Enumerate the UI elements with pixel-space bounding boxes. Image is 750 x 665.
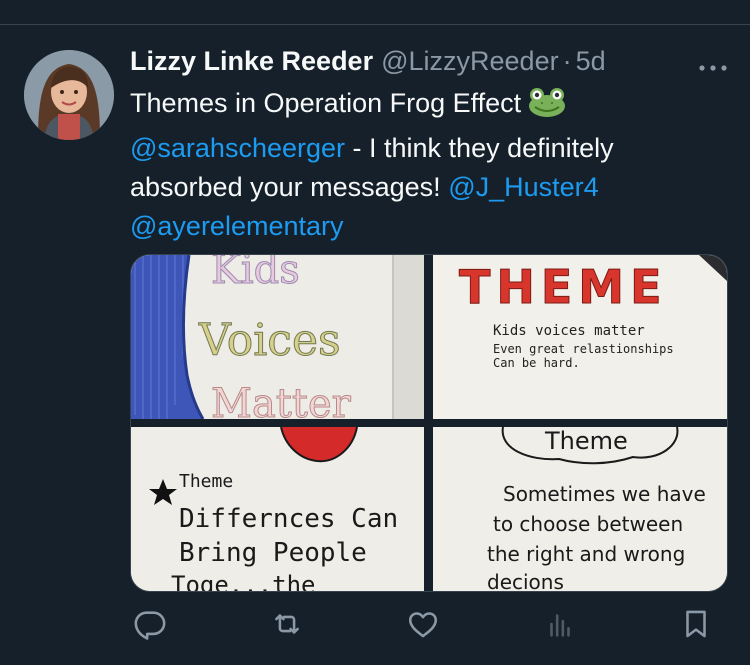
tweet-timestamp[interactable]: 5d [576,46,606,76]
like-icon [408,612,438,638]
retweet-icon [275,614,299,634]
drawing-text: Kids voices matter [493,323,645,339]
more-options-icon[interactable] [696,54,730,74]
mention-link[interactable]: @sarahscheerger [130,133,345,163]
media-image-2[interactable]: THEME Kids voices matter Even great rela… [433,255,727,419]
sometimes-drawing: Theme Sometimes we have to choose betwee… [433,427,727,591]
drawing-text: Voices [198,315,341,366]
tweet-text-line-4: @ayerelementary [130,207,730,246]
tweet-text-line-1: Themes in Operation Frog Effect [130,84,730,129]
drawing-text: Theme [179,471,233,492]
views-button[interactable] [540,604,580,644]
tweet-text-segment: absorbed your messages! [130,172,449,202]
author-handle[interactable]: @LizzyReeder [381,46,558,76]
tweet-text-segment: Themes in Operation Frog Effect [130,88,522,118]
differences-drawing: Theme Differnces Can Bring People Toge..… [131,427,424,591]
reply-button[interactable] [130,604,170,644]
drawing-text: Differnces Can [179,504,398,534]
theme-drawing: THEME Kids voices matter Even great rela… [433,255,727,419]
tweet-actions [130,604,726,644]
media-grid: Kids Voices Matter THEME Kids voices mat… [130,254,728,592]
avatar-photo [24,50,114,140]
reply-icon [134,611,166,640]
mention-link[interactable]: @ayerelementary [130,211,344,241]
drawing-text: decions [487,570,564,591]
drawing-text: Kids [211,255,300,293]
drawing-text: Can be hard. [493,356,580,370]
drawing-text: THEME [459,260,668,314]
drawing-text: Bring People [179,538,367,568]
drawing-text: to choose between [493,512,683,536]
drawing-text: Theme [544,427,628,455]
tweet-text-line-3: absorbed your messages! @J_Huster4 [130,168,730,207]
tweet-header: Lizzy Linke Reeder @LizzyReeder · 5d [130,46,730,82]
tweet-text: Themes in Operation Frog Effect @sarahsc… [130,84,730,246]
tweet-text-segment: - I think they definitely [345,133,614,163]
frog-emoji-icon [527,86,567,129]
drawing-text: the right and wrong [487,542,685,566]
avatar[interactable] [24,50,114,140]
drawing-text: Toge...the [171,571,316,591]
like-button[interactable] [403,604,443,644]
drawing-text: Matter [211,381,352,419]
bookmark-button[interactable] [676,604,716,644]
views-icon [550,614,570,637]
kids-voices-matter-drawing: Kids Voices Matter [131,255,424,419]
tweet-text-line-2: @sarahscheerger - I think they definitel… [130,129,730,168]
media-image-1[interactable]: Kids Voices Matter [131,255,424,419]
bookmark-icon [686,610,706,638]
media-image-3[interactable]: Theme Differnces Can Bring People Toge..… [131,427,424,591]
mention-link[interactable]: @J_Huster4 [448,172,598,202]
media-image-4[interactable]: Theme Sometimes we have to choose betwee… [433,427,727,591]
author-name[interactable]: Lizzy Linke Reeder [130,46,373,76]
top-divider [0,24,750,25]
drawing-text: Even great relastionships [493,342,674,356]
drawing-text: Sometimes we have [503,482,706,506]
separator-dot: · [562,46,572,76]
retweet-button[interactable] [267,604,307,644]
